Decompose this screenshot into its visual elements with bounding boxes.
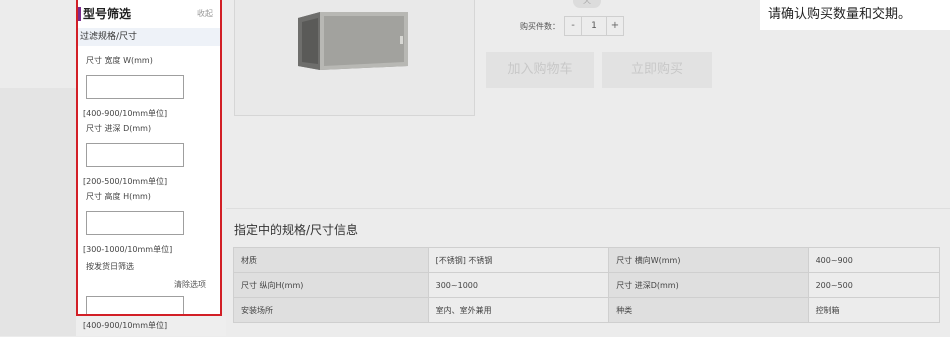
next-filter-range: [400-900/10mm单位] — [83, 321, 168, 330]
model-filter-panel: 型号筛选 收起 过滤规格/尺寸 尺寸 宽度 W(mm) [400-900/10m… — [76, 0, 222, 316]
spec-value: 控制箱 — [807, 297, 941, 323]
left-sidebar-strip — [0, 88, 76, 336]
clear-options-link[interactable]: 清除选项 — [78, 279, 206, 290]
spec-table: 材质 [不锈钢] 不锈钢 尺寸 横向W(mm) 400~900 尺寸 纵向H(m… — [233, 247, 941, 323]
width-label: 尺寸 宽度 W(mm) — [86, 56, 153, 65]
height-input[interactable] — [86, 211, 184, 235]
purchase-notice-tooltip: 请确认购买数量和交期。 — [760, 0, 950, 30]
spec-key: 尺寸 横向W(mm) — [608, 247, 809, 273]
height-range: [300-1000/10mm单位] — [83, 245, 173, 254]
spec-value: 400~900 — [807, 247, 941, 273]
cabinet-product-image[interactable] — [290, 10, 420, 74]
left-sidebar-panel — [0, 0, 77, 88]
depth-label: 尺寸 进深 D(mm) — [86, 124, 152, 133]
next-filter-range-strip: [400-900/10mm单位] — [76, 316, 226, 336]
spec-key: 尺寸 进深D(mm) — [608, 272, 809, 298]
quantity-minus-button[interactable]: - — [564, 16, 582, 36]
delivery-filter-input[interactable] — [86, 296, 184, 314]
spec-value: [不锈钢] 不锈钢 — [427, 247, 610, 273]
table-row: 材质 [不锈钢] 不锈钢 尺寸 横向W(mm) 400~900 — [233, 247, 941, 273]
spec-key: 材质 — [233, 247, 429, 273]
filter-collapse-link[interactable]: 收起 — [197, 8, 213, 19]
quantity-input[interactable]: 1 — [582, 16, 606, 36]
spec-info-panel: 指定中的规格/尺寸信息 材质 [不锈钢] 不锈钢 尺寸 横向W(mm) 400~… — [226, 208, 950, 337]
filter-title: 型号筛选 — [83, 7, 132, 21]
height-label: 尺寸 高度 H(mm) — [86, 192, 151, 201]
table-row: 安装场所 室内、室外兼用 种类 控制箱 — [233, 297, 941, 323]
quantity-label: 购买件数： — [520, 21, 560, 31]
buy-now-button[interactable]: 立即购买 — [602, 52, 712, 88]
filter-title-accent — [78, 7, 81, 21]
spec-value: 300~1000 — [427, 272, 610, 298]
spec-key: 尺寸 纵向H(mm) — [233, 272, 429, 298]
filter-header: 型号筛选 收起 — [78, 0, 220, 28]
add-to-cart-button[interactable]: 加入购物车 — [486, 52, 594, 88]
depth-input[interactable] — [86, 143, 184, 167]
depth-range: [200-500/10mm单位] — [83, 177, 168, 186]
table-row: 尺寸 纵向H(mm) 300~1000 尺寸 进深D(mm) 200~500 — [233, 272, 941, 298]
spec-value: 室内、室外兼用 — [427, 297, 610, 323]
width-input[interactable] — [86, 75, 184, 99]
spec-section-title: 指定中的规格/尺寸信息 — [234, 223, 359, 237]
filter-subheader: 过滤规格/尺寸 — [78, 28, 220, 46]
spec-key: 种类 — [608, 297, 809, 323]
delivery-filter-label: 按发货日筛选 — [86, 262, 134, 271]
quantity-row: 购买件数： - 1 + — [520, 16, 624, 36]
width-range: [400-900/10mm单位] — [83, 109, 168, 118]
spec-value: 200~500 — [807, 272, 941, 298]
delivery-badge[interactable]: 天 — [573, 0, 601, 8]
quantity-plus-button[interactable]: + — [606, 16, 624, 36]
spec-key: 安装场所 — [233, 297, 429, 323]
